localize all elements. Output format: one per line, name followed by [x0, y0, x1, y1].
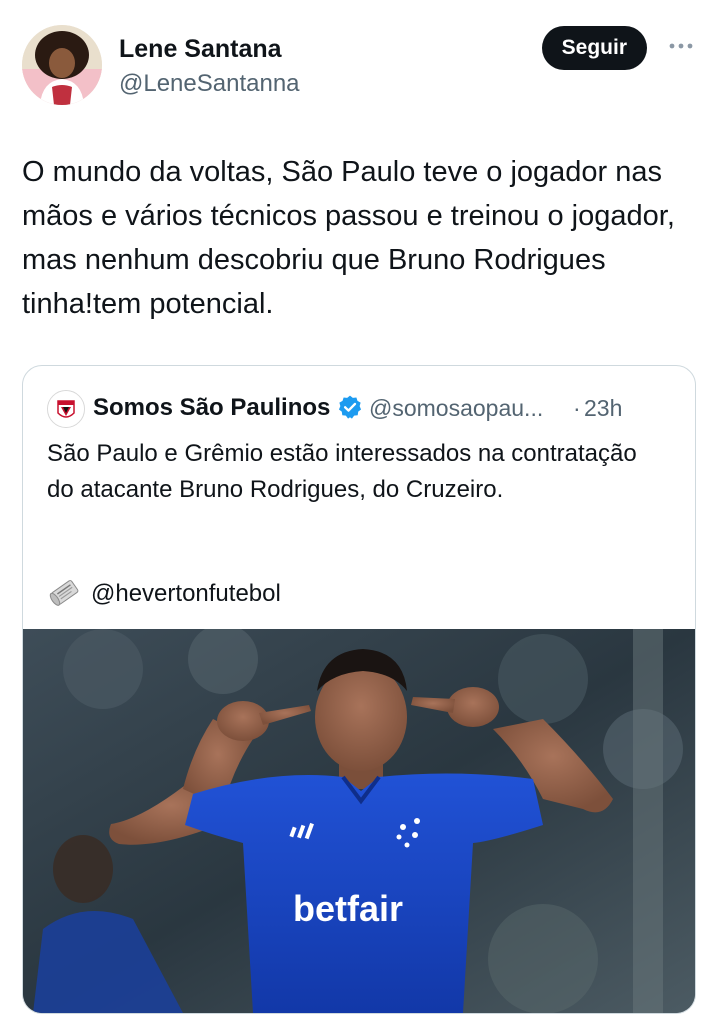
author-name[interactable]: Lene Santana: [119, 34, 282, 64]
credit-handle[interactable]: @hevertonfutebol: [91, 580, 281, 608]
tweet-header: Lene Santana @LeneSantanna Seguir: [22, 22, 695, 106]
quoted-header: Somos São Paulinos @somosaopau... · 23h: [47, 388, 671, 428]
tweet-text: O mundo da voltas, São Paulo teve o joga…: [22, 156, 675, 320]
quoted-timestamp[interactable]: 23h: [584, 394, 622, 422]
quoted-author-name[interactable]: Somos São Paulinos: [93, 394, 330, 422]
author-handle[interactable]: @LeneSantanna: [119, 70, 300, 98]
quoted-author-handle[interactable]: @somosaopau...: [369, 394, 543, 422]
quoted-text: São Paulo e Grêmio estão interessados na…: [47, 440, 637, 503]
separator-dot: ·: [573, 395, 581, 421]
verified-badge-icon: [337, 394, 363, 420]
jersey-sponsor: betfair: [293, 888, 403, 929]
quoted-avatar[interactable]: [47, 390, 85, 428]
newspaper-icon: [47, 578, 81, 608]
quoted-tweet[interactable]: Somos São Paulinos @somosaopau... · 23h …: [22, 365, 696, 1014]
player-photo[interactable]: betfair: [23, 629, 695, 1013]
author-avatar[interactable]: [22, 25, 102, 105]
follow-button[interactable]: Seguir: [541, 26, 647, 70]
more-horizontal-icon[interactable]: [667, 34, 695, 58]
